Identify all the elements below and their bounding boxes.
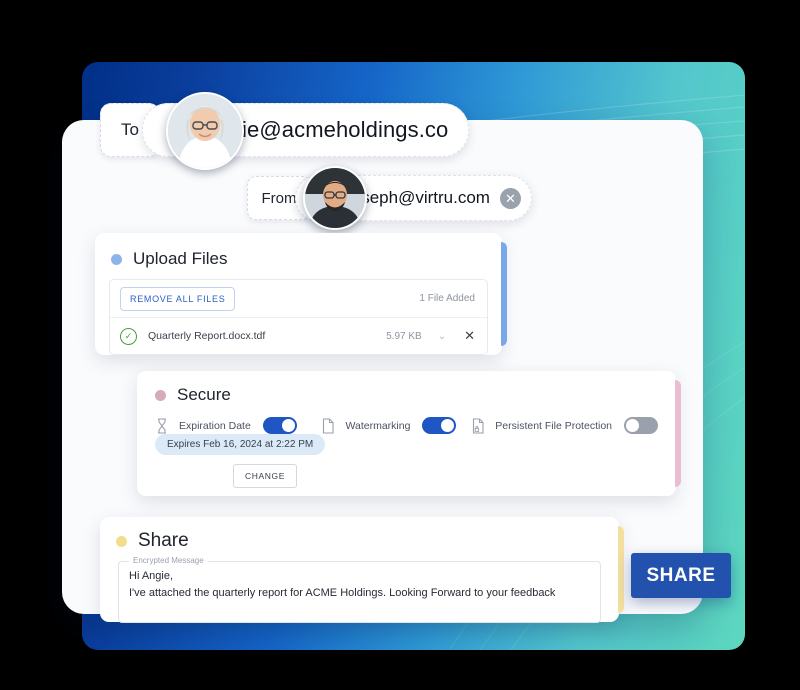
hourglass-icon [158,417,166,434]
upload-files-card: Upload Files REMOVE ALL FILES 1 File Add… [95,233,507,355]
to-field-row: To angie@acmeholdings.co [100,92,470,170]
share-status-dot [116,535,127,547]
secure-header: Secure [155,385,676,405]
expiration-date-label: Expiration Date [179,419,251,432]
change-expiration-button[interactable]: CHANGE [233,464,297,488]
avatar-image [168,94,242,168]
upload-title: Upload Files [133,249,228,268]
to-recipient-pill[interactable]: angie@acmeholdings.co [142,92,470,170]
upload-status-dot [111,253,122,265]
from-email-text: joseph@virtru.com [348,188,490,207]
man-avatar [303,166,367,230]
secure-status-dot [155,389,166,401]
watermarking-label: Watermarking [345,419,411,432]
file-name: Quarterly Report.docx.tdf [148,330,266,342]
message-line-2: I've attached the quarterly report for A… [129,587,556,599]
share-accent-stripe [618,526,624,613]
share-button[interactable]: SHARE [631,553,731,598]
file-row[interactable]: ✓ Quarterly Report.docx.tdf 5.97 KB ⌄ ✕ [110,318,487,354]
screenshot-root: To angie@acmeholdings.co From joseph@vir… [0,0,800,690]
close-icon[interactable]: ✕ [499,187,521,209]
document-icon [323,417,335,434]
file-list-box: REMOVE ALL FILES 1 File Added ✓ Quarterl… [109,279,488,355]
expiration-badge: Expires Feb 16, 2024 at 2:22 PM [155,434,326,455]
files-added-count: 1 File Added [419,293,475,304]
check-circle-icon: ✓ [120,327,137,345]
chevron-down-icon[interactable]: ⌄ [438,331,446,342]
file-list-toolbar: REMOVE ALL FILES 1 File Added [110,280,487,318]
from-field-row: From joseph@virtru.com ✕ [247,166,532,230]
share-title: Share [138,530,189,551]
from-recipient-pill[interactable]: joseph@virtru.com ✕ [295,166,532,230]
share-card: Share Encrypted Message Hi Angie, I've a… [100,517,624,623]
remove-file-icon[interactable]: ✕ [464,328,475,344]
option-expiration-date[interactable]: Expiration Date [155,417,321,434]
file-size: 5.97 KB [386,330,422,342]
expiration-date-toggle[interactable] [262,417,297,434]
persistent-file-protection-label: Persistent File Protection [495,419,612,432]
encrypted-message-field[interactable]: Encrypted Message Hi Angie, I've attache… [118,556,601,623]
avatar-image [305,168,365,228]
encrypted-message-legend: Encrypted Message [129,556,208,565]
upload-header: Upload Files [111,249,502,269]
secure-accent-stripe [675,380,681,487]
message-line-1: Hi Angie, [129,570,174,582]
upload-accent-stripe [501,242,507,346]
option-watermarking[interactable]: Watermarking [321,417,471,434]
woman-avatar [166,92,244,170]
watermarking-toggle[interactable] [422,417,457,434]
document-lock-icon [473,417,484,434]
remove-all-files-button[interactable]: REMOVE ALL FILES [120,286,236,311]
secure-title: Secure [177,385,231,404]
option-persistent-file-protection[interactable]: Persistent File Protection [471,417,658,434]
persistent-file-protection-toggle[interactable] [624,417,658,434]
secure-options: Expiration Date Watermarking Persistent … [155,417,658,434]
share-header: Share [116,530,619,552]
